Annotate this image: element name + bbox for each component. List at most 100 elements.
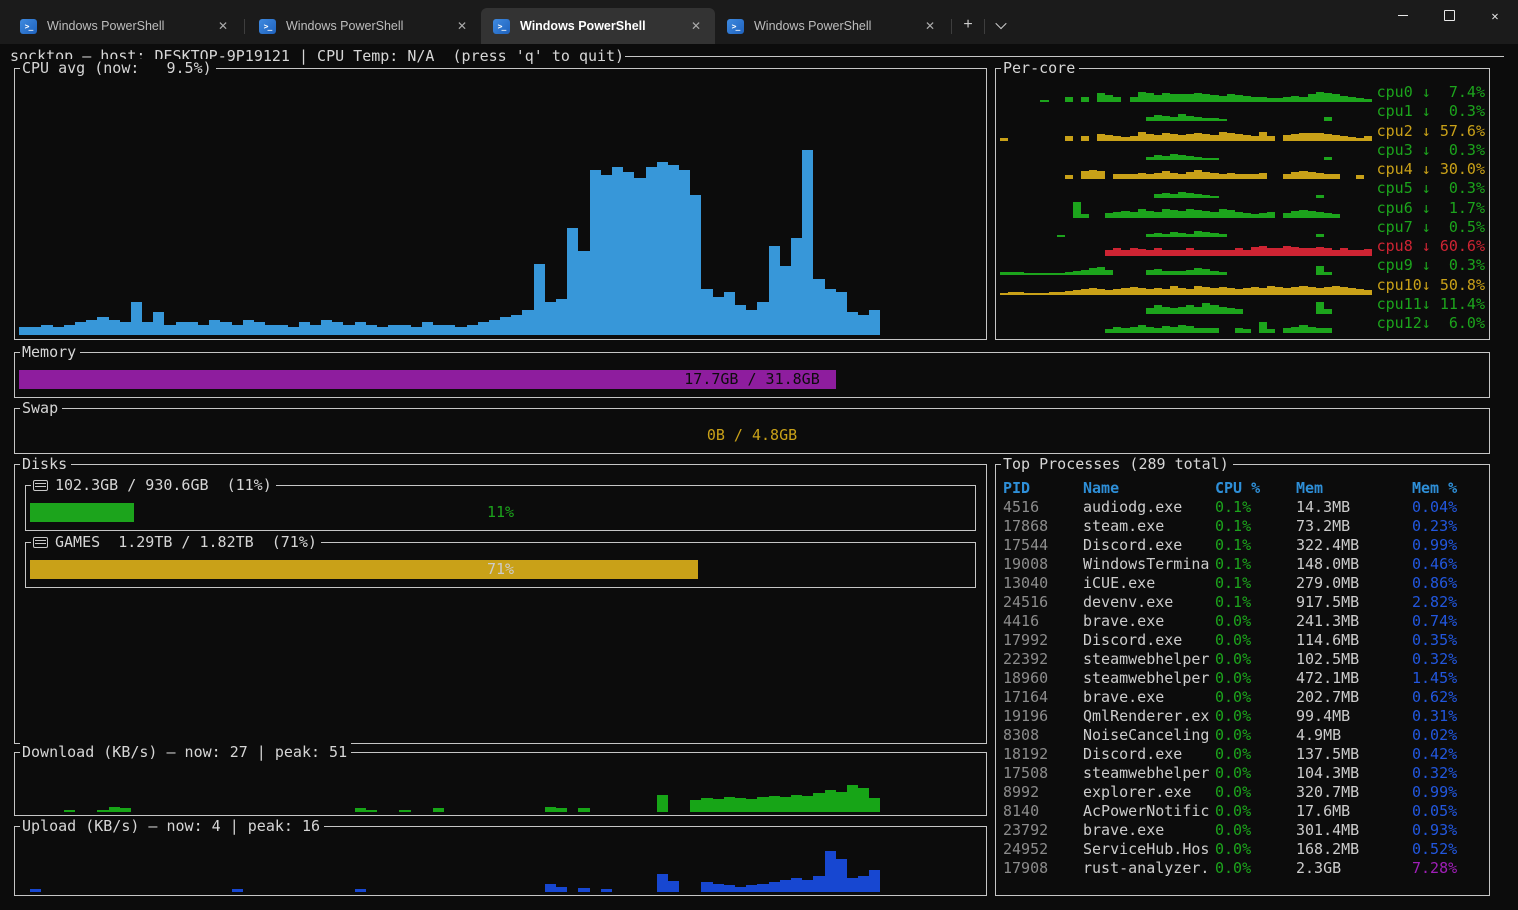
cell-pid: 18192	[1003, 745, 1083, 764]
core-sparkline	[1000, 296, 1373, 314]
swap-gauge-label: 0B / 4.8GB	[19, 426, 1485, 445]
core-sparkline	[1000, 180, 1373, 198]
cell-name: iCUE.exe	[1083, 574, 1215, 593]
terminal-window: >_Windows PowerShell✕>_Windows PowerShel…	[0, 0, 1518, 910]
cell-name: steam.exe	[1083, 517, 1215, 536]
download-panel: Download (KB/s) — now: 27 | peak: 51	[14, 752, 987, 816]
cell-mem-pct: 0.32%	[1412, 764, 1484, 783]
minimize-button[interactable]	[1380, 0, 1426, 31]
table-row: 24516devenv.exe0.1%917.5MB2.82%	[1003, 593, 1484, 612]
cell-pid: 23792	[1003, 821, 1083, 840]
tab-close-button[interactable]: ✕	[451, 15, 473, 37]
memory-gauge: 17.7GB / 31.8GB	[19, 370, 1485, 389]
process-table: PID Name CPU % Mem Mem % 4516audiodg.exe…	[1003, 479, 1484, 891]
cell-mem: 322.4MB	[1296, 536, 1412, 555]
cell-cpu: 0.0%	[1215, 745, 1296, 764]
memory-panel-title: Memory	[20, 343, 80, 362]
table-row: 17508steamwebhelper0.0%104.3MB0.32%	[1003, 764, 1484, 783]
core-sparkline	[1000, 123, 1373, 141]
cell-cpu: 0.0%	[1215, 688, 1296, 707]
cell-pid: 17544	[1003, 536, 1083, 555]
tab-label: Windows PowerShell	[47, 19, 212, 33]
table-row: 8308NoiseCanceling0.0%4.9MB0.02%	[1003, 726, 1484, 745]
new-tab-button[interactable]: +	[954, 11, 982, 39]
tab-close-button[interactable]: ✕	[685, 15, 707, 37]
cell-mem-pct: 0.52%	[1412, 840, 1484, 859]
cell-pid: 8992	[1003, 783, 1083, 802]
cell-name: AcPowerNotific	[1083, 802, 1215, 821]
cell-mem: 202.7MB	[1296, 688, 1412, 707]
core-sparkline	[1000, 142, 1373, 160]
maximize-button[interactable]	[1426, 0, 1472, 31]
cell-mem: 102.5MB	[1296, 650, 1412, 669]
table-row: 24952ServiceHub.Hos0.0%168.2MB0.52%	[1003, 840, 1484, 859]
core-row: cpu4 ↓ 30.0%	[1000, 160, 1485, 179]
cell-name: devenv.exe	[1083, 593, 1215, 612]
tab-dropdown-button[interactable]	[987, 11, 1015, 39]
tab-windows-powershell[interactable]: >_ Windows PowerShell✕	[8, 8, 242, 44]
cell-mem-pct: 0.93%	[1412, 821, 1484, 840]
column-header-pid: PID	[1003, 479, 1083, 498]
cell-mem: 14.3MB	[1296, 498, 1412, 517]
cell-pid: 17992	[1003, 631, 1083, 650]
swap-gauge: 0B / 4.8GB	[19, 426, 1485, 445]
cell-pid: 8140	[1003, 802, 1083, 821]
core-label: cpu1 ↓ 0.3%	[1373, 102, 1485, 121]
cell-pid: 4416	[1003, 612, 1083, 631]
cell-mem-pct: 0.35%	[1412, 631, 1484, 650]
core-row: cpu10↓ 50.8%	[1000, 276, 1485, 295]
disk-c-panel: 102.3GB / 930.6GB (11%) 11%	[25, 485, 976, 531]
core-sparkline	[1000, 219, 1373, 237]
cell-name: steamwebhelper	[1083, 764, 1215, 783]
core-sparkline	[1000, 315, 1373, 333]
table-row: 17544Discord.exe0.1%322.4MB0.99%	[1003, 536, 1484, 555]
cell-pid: 19196	[1003, 707, 1083, 726]
cell-pid: 18960	[1003, 669, 1083, 688]
close-button[interactable]: ✕	[1472, 0, 1518, 31]
cell-name: WindowsTermina	[1083, 555, 1215, 574]
tab-separator	[244, 19, 245, 34]
cell-pid: 24952	[1003, 840, 1083, 859]
core-label: cpu12↓ 6.0%	[1373, 314, 1485, 333]
column-header-mem: Mem	[1296, 479, 1412, 498]
cpu-history-chart	[19, 81, 982, 335]
disk-c-panel-title: 102.3GB / 930.6GB (11%)	[31, 476, 276, 495]
tab-close-button[interactable]: ✕	[919, 15, 941, 37]
disk-c-gauge-label: 11%	[30, 503, 971, 522]
cell-cpu: 0.0%	[1215, 650, 1296, 669]
cell-cpu: 0.1%	[1215, 555, 1296, 574]
cell-mem: 301.4MB	[1296, 821, 1412, 840]
powershell-icon: >_	[20, 19, 37, 34]
column-header-name: Name	[1083, 479, 1215, 498]
core-row: cpu3 ↓ 0.3%	[1000, 141, 1485, 160]
disk-games-panel: GAMES 1.29TB / 1.82TB (71%) 71%	[25, 542, 976, 588]
cell-mem: 99.4MB	[1296, 707, 1412, 726]
core-row: cpu11↓ 11.4%	[1000, 295, 1485, 314]
tab-windows-powershell[interactable]: >_Windows PowerShell✕	[715, 8, 949, 44]
terminal-screen[interactable]: socktop — host: DESKTOP-9P19121 | CPU Te…	[0, 44, 1518, 910]
cell-name: rust-analyzer.	[1083, 859, 1215, 878]
maximize-icon	[1444, 10, 1455, 21]
cell-name: Discord.exe	[1083, 745, 1215, 764]
disks-panel: Disks 102.3GB / 930.6GB (11%) 11% GAMES …	[14, 464, 987, 744]
cell-mem-pct: 0.99%	[1412, 536, 1484, 555]
cell-mem-pct: 1.45%	[1412, 669, 1484, 688]
cell-cpu: 0.0%	[1215, 631, 1296, 650]
close-icon: ✕	[1491, 9, 1498, 23]
disk-games-gauge: 71%	[30, 560, 971, 579]
cell-mem: 17.6MB	[1296, 802, 1412, 821]
tab-windows-powershell[interactable]: >_Windows PowerShell✕	[247, 8, 481, 44]
core-row: cpu1 ↓ 0.3%	[1000, 102, 1485, 121]
cell-mem-pct: 0.32%	[1412, 650, 1484, 669]
table-row: 17164brave.exe0.0%202.7MB0.62%	[1003, 688, 1484, 707]
cell-mem-pct: 0.02%	[1412, 726, 1484, 745]
disk-c-gauge: 11%	[30, 503, 971, 522]
disk-icon	[33, 480, 48, 491]
tab-windows-powershell[interactable]: >_Windows PowerShell✕	[481, 8, 715, 44]
tab-close-button[interactable]: ✕	[212, 15, 234, 37]
table-row: 18192Discord.exe0.0%137.5MB0.42%	[1003, 745, 1484, 764]
socktop-header: socktop — host: DESKTOP-9P19121 | CPU Te…	[10, 47, 1504, 66]
core-label: cpu8 ↓ 60.6%	[1373, 237, 1485, 256]
cell-mem-pct: 0.86%	[1412, 574, 1484, 593]
cell-mem: 168.2MB	[1296, 840, 1412, 859]
